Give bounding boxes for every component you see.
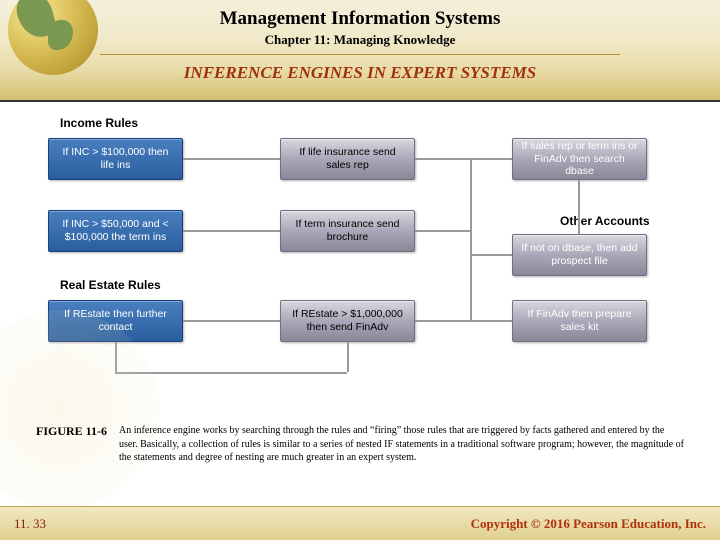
connector: [347, 342, 349, 372]
connector: [470, 320, 512, 322]
connector: [183, 230, 280, 232]
connector: [415, 230, 470, 232]
box-life-ins: If life insurance send sales rep: [280, 138, 415, 180]
box-term-ins: If term insurance send brochure: [280, 210, 415, 252]
box-search-dbase: If sales rep or term ins or FinAdv then …: [512, 138, 647, 180]
section-title: INFERENCE ENGINES IN EXPERT SYSTEMS: [0, 63, 720, 83]
copyright-text: Copyright © 2016 Pearson Education, Inc.: [471, 516, 706, 532]
box-add-prospect: If not on dbase, then add prospect file: [512, 234, 647, 276]
slide-number: 11. 33: [14, 516, 46, 532]
connector: [470, 158, 472, 321]
divider: [100, 54, 620, 55]
box-restate-contact: If REstate then further contact: [48, 300, 183, 342]
label-other-accounts: Other Accounts: [560, 214, 650, 228]
connector: [415, 320, 470, 322]
box-finadv-kit: If FinAdv then prepare sales kit: [512, 300, 647, 342]
slide-header: Management Information Systems Chapter 1…: [0, 0, 720, 102]
box-inc-100k: If INC > $100,000 then life ins: [48, 138, 183, 180]
diagram-area: Income Rules Real Estate Rules Other Acc…: [0, 102, 720, 422]
label-realestate-rules: Real Estate Rules: [60, 278, 161, 292]
slide-title: Management Information Systems: [0, 0, 720, 30]
label-income-rules: Income Rules: [60, 116, 138, 130]
connector: [470, 254, 512, 256]
slide-subtitle: Chapter 11: Managing Knowledge: [0, 32, 720, 48]
figure-text: An inference engine works by searching t…: [119, 424, 684, 465]
slide-footer: 11. 33 Copyright © 2016 Pearson Educatio…: [0, 506, 720, 540]
box-restate-1m: If REstate > $1,000,000 then send FinAdv: [280, 300, 415, 342]
connector: [115, 342, 117, 372]
box-inc-50k: If INC > $50,000 and < $100,000 the term…: [48, 210, 183, 252]
connector: [415, 158, 470, 160]
connector: [578, 180, 580, 234]
connector: [183, 320, 280, 322]
figure-label: FIGURE 11-6: [36, 424, 107, 465]
connector: [115, 372, 347, 374]
connector: [183, 158, 280, 160]
connector: [470, 158, 512, 160]
figure-caption: FIGURE 11-6 An inference engine works by…: [36, 424, 684, 465]
